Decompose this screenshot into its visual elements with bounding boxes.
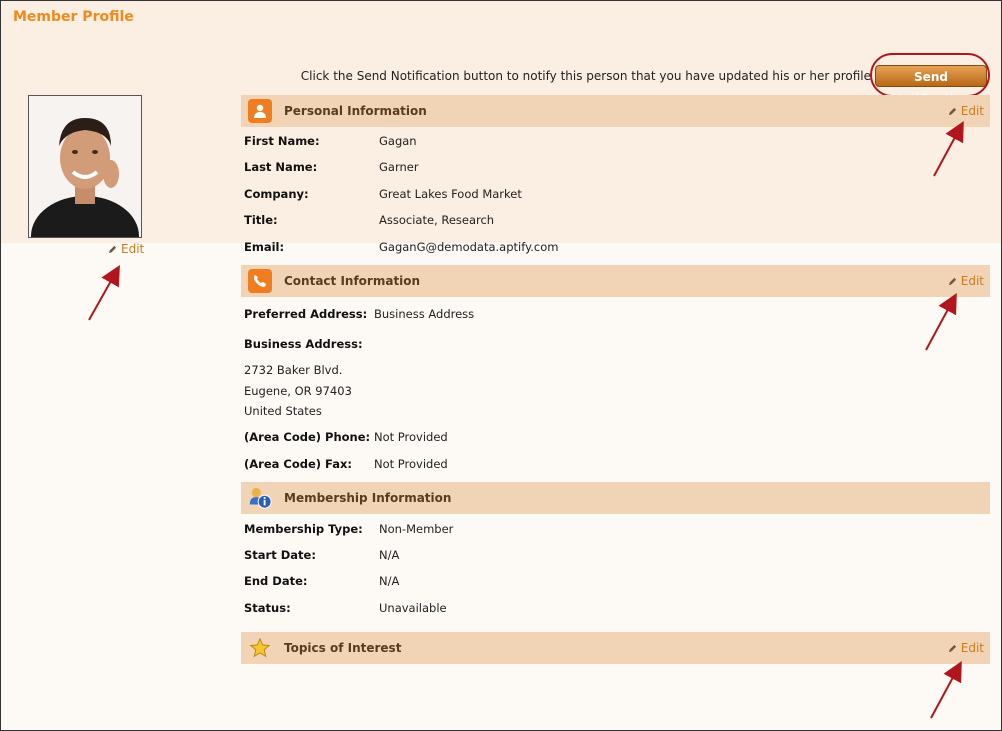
annotation-arrows xyxy=(88,120,964,719)
arrow-contact-edit xyxy=(925,292,957,351)
arrow-topics-edit xyxy=(930,660,962,719)
arrow-photo-edit xyxy=(88,265,120,321)
arrow-personal-edit xyxy=(933,120,964,177)
